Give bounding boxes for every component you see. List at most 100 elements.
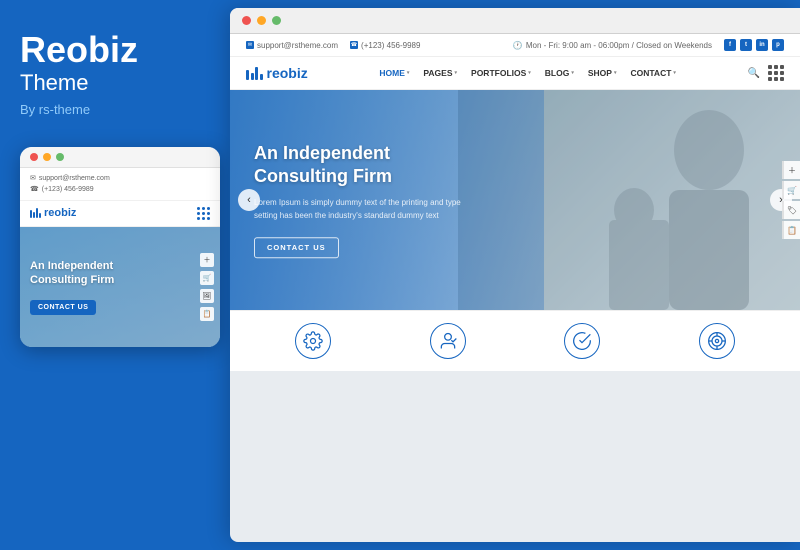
carousel-prev-button[interactable]: ‹: [238, 189, 260, 211]
mobile-phone-line: ☎ (+123) 456-9989: [30, 184, 210, 195]
service-item-consulting: [430, 323, 466, 359]
hero-side-tag-icon[interactable]: 🏷: [782, 201, 800, 219]
search-icon[interactable]: 🔍: [748, 68, 760, 79]
nav-logo-bars-icon: [246, 67, 263, 80]
grid-dot: [780, 65, 784, 69]
chevron-down-icon: ▾: [455, 70, 458, 76]
mobile-hero: An Independent Consulting Firm CONTACT U…: [20, 227, 220, 347]
brand-by: By rs-theme: [20, 102, 90, 117]
nav-item-pages[interactable]: PAGES ▾: [423, 68, 457, 78]
mobile-logo-text: reobiz: [44, 207, 76, 219]
grid-dot: [774, 65, 778, 69]
logo-bar-1: [30, 210, 32, 218]
grid-dot: [774, 71, 778, 75]
nav-contact-label: CONTACT: [630, 68, 671, 78]
mobile-side-icon-cart[interactable]: 🛒: [200, 271, 214, 285]
grid-dot: [768, 71, 772, 75]
nav-item-home[interactable]: HOME ▾: [379, 68, 409, 78]
nav-shop-label: SHOP: [588, 68, 612, 78]
mobile-browser-chrome: [20, 147, 220, 168]
menu-dot: [207, 207, 210, 210]
grid-icon[interactable]: [768, 65, 784, 81]
info-left: ✉ support@rstheme.com ☎ (+123) 456-9989: [246, 41, 420, 50]
mobile-dot-yellow: [43, 153, 51, 161]
services-section: [230, 310, 800, 371]
mobile-email-line: ✉ support@rstheme.com: [30, 173, 210, 184]
facebook-icon[interactable]: f: [724, 39, 736, 51]
mobile-side-icon-image[interactable]: 🖼: [200, 289, 214, 303]
browser-dot-green: [272, 16, 281, 25]
hero-section: An Independent Consulting Firm Lorem Ips…: [230, 90, 800, 310]
mobile-hamburger-icon[interactable]: [197, 207, 210, 220]
hours-text: Mon - Fri: 9:00 am - 06:00pm / Closed on…: [526, 41, 712, 50]
browser-dot-red: [242, 16, 251, 25]
mobile-logo: reobiz: [30, 207, 76, 219]
hero-cta-button[interactable]: CONTACT US: [254, 237, 339, 258]
browser-dot-yellow: [257, 16, 266, 25]
chevron-down-icon: ▾: [571, 70, 574, 76]
chevron-down-icon: ▾: [614, 70, 617, 76]
browser-chrome: [230, 8, 800, 34]
mobile-hero-title: An Independent Consulting Firm: [30, 259, 114, 288]
mobile-email-icon: ✉: [30, 173, 36, 184]
nav-logo[interactable]: reobiz: [246, 65, 308, 81]
nav-item-portfolios[interactable]: PORTFOLIOS ▾: [471, 68, 531, 78]
grid-dot: [768, 77, 772, 81]
grid-dot: [780, 77, 784, 81]
nav-item-contact[interactable]: CONTACT ▾: [630, 68, 675, 78]
menu-dot: [202, 212, 205, 215]
mobile-email-text: support@rstheme.com: [39, 173, 110, 184]
email-icon: ✉: [246, 41, 254, 49]
hero-side-cart-icon[interactable]: 🛒: [782, 181, 800, 199]
mobile-nav: reobiz: [20, 201, 220, 227]
hero-side-list-icon[interactable]: 📋: [782, 221, 800, 239]
nav-home-label: HOME: [379, 68, 405, 78]
mobile-side-icon-plus[interactable]: ＋: [200, 253, 214, 267]
logo-bar-2: [33, 212, 35, 218]
grid-dot: [780, 71, 784, 75]
grid-dot: [774, 77, 778, 81]
person-consulting-icon: [430, 323, 466, 359]
clock-icon: 🕐: [513, 41, 523, 50]
website-content: ✉ support@rstheme.com ☎ (+123) 456-9989 …: [230, 34, 800, 542]
mobile-phone-text: (+123) 456-9989: [42, 184, 94, 195]
chevron-down-icon: ▾: [407, 70, 410, 76]
nav-logo-bar-2: [251, 73, 254, 80]
nav-item-blog[interactable]: BLOG ▾: [545, 68, 574, 78]
menu-dot: [207, 217, 210, 220]
target-icon: [699, 323, 735, 359]
top-info-bar: ✉ support@rstheme.com ☎ (+123) 456-9989 …: [230, 34, 800, 57]
twitter-icon[interactable]: t: [740, 39, 752, 51]
nav-menu: HOME ▾ PAGES ▾ PORTFOLIOS ▾ BLOG ▾ SHOP: [379, 68, 676, 78]
mobile-cta-button[interactable]: CONTACT US: [30, 300, 96, 315]
hero-side-plus-icon[interactable]: ＋: [782, 161, 800, 179]
nav-portfolios-label: PORTFOLIOS: [471, 68, 526, 78]
email-text: support@rstheme.com: [257, 41, 338, 50]
phone-info: ☎ (+123) 456-9989: [350, 41, 420, 50]
hours-info: 🕐 Mon - Fri: 9:00 am - 06:00pm / Closed …: [513, 41, 712, 50]
checkmark-icon: [564, 323, 600, 359]
nav-pages-label: PAGES: [423, 68, 452, 78]
chevron-down-icon: ▾: [673, 70, 676, 76]
nav-item-shop[interactable]: SHOP ▾: [588, 68, 617, 78]
service-item-settings: [295, 323, 331, 359]
settings-gear-icon: [295, 323, 331, 359]
pinterest-icon[interactable]: p: [772, 39, 784, 51]
nav-actions: 🔍: [748, 65, 784, 81]
menu-dot: [197, 217, 200, 220]
mobile-logo-icon: [30, 208, 41, 218]
mobile-dot-red: [30, 153, 38, 161]
mobile-mockup: ✉ support@rstheme.com ☎ (+123) 456-9989 …: [20, 147, 220, 347]
hero-subtitle: Lorem Ipsum is simply dummy text of the …: [254, 197, 461, 223]
hero-side-icons: ＋ 🛒 🏷 📋: [782, 161, 800, 239]
left-panel: Reobiz Theme By rs-theme ✉ support@rsthe…: [0, 0, 230, 550]
mobile-side-icon-list[interactable]: 📋: [200, 307, 214, 321]
chevron-down-icon: ▾: [528, 70, 531, 76]
desktop-mockup: ✉ support@rstheme.com ☎ (+123) 456-9989 …: [230, 8, 800, 542]
email-info: ✉ support@rstheme.com: [246, 41, 338, 50]
menu-dot: [197, 207, 200, 210]
menu-dot: [202, 207, 205, 210]
mobile-phone-icon: ☎: [30, 184, 39, 195]
linkedin-icon[interactable]: in: [756, 39, 768, 51]
nav-logo-bar-3: [255, 67, 258, 80]
